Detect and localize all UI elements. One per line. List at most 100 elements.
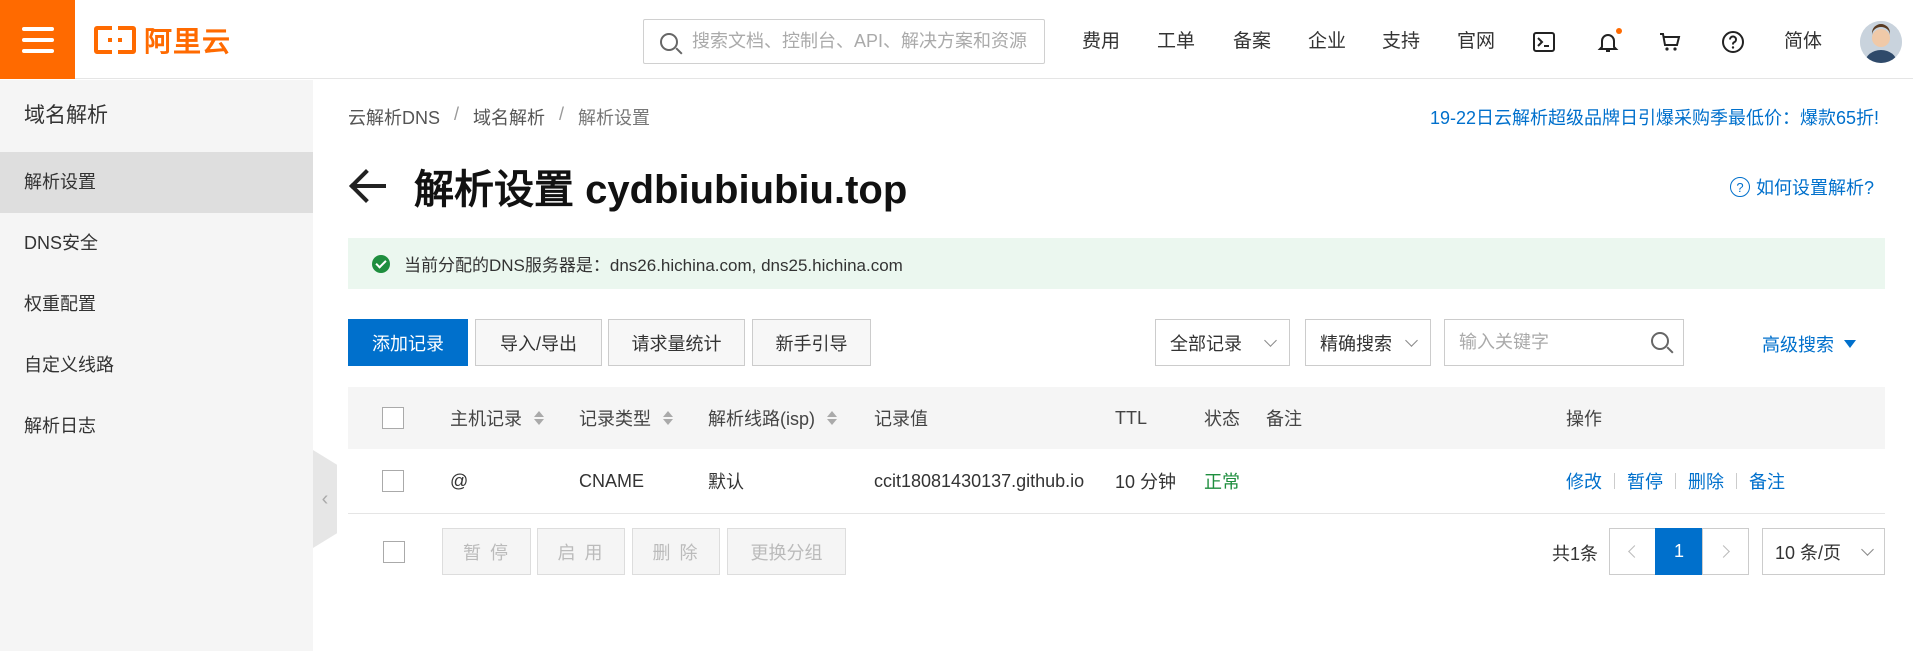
- nav-tickets[interactable]: 工单: [1157, 0, 1195, 79]
- action-divider: [1736, 473, 1737, 489]
- record-filter-value: 全部记录: [1170, 333, 1242, 354]
- breadcrumb-cloud-dns[interactable]: 云解析DNS: [348, 104, 440, 130]
- col-host[interactable]: 主机记录: [450, 387, 544, 449]
- col-type[interactable]: 记录类型: [579, 387, 673, 449]
- col-line-label: 解析线路(isp): [708, 409, 815, 429]
- language-switch[interactable]: 简体: [1784, 0, 1822, 79]
- search-icon: [660, 32, 678, 51]
- col-type-label: 记录类型: [579, 409, 651, 429]
- records-table-header: 主机记录 记录类型 解析线路(isp) 记录值 TTL 状态 备注 操作: [348, 387, 1885, 449]
- delete-link[interactable]: 删除: [1688, 468, 1724, 494]
- action-divider: [1614, 473, 1615, 489]
- cell-ttl: 10 分钟: [1115, 472, 1177, 492]
- search-mode-value: 精确搜索: [1320, 333, 1392, 354]
- row-actions: 修改 暂停 删除 备注: [1566, 449, 1785, 513]
- back-arrow-icon[interactable]: [348, 168, 388, 204]
- global-search[interactable]: [643, 19, 1045, 64]
- breadcrumb-domain-resolution[interactable]: 域名解析: [473, 104, 545, 130]
- sidebar-item-dns-settings[interactable]: 解析设置: [0, 152, 313, 213]
- sidebar-collapse-chevron-left-icon[interactable]: ‹: [313, 450, 337, 548]
- chevron-down-icon: [1861, 542, 1874, 556]
- footer-select-all-checkbox[interactable]: [383, 541, 405, 563]
- page-size-select[interactable]: 10 条/页: [1762, 528, 1885, 575]
- sort-icon[interactable]: [663, 411, 673, 425]
- search-icon[interactable]: [1651, 331, 1669, 350]
- sidebar-item-custom-lines[interactable]: 自定义线路: [0, 335, 313, 396]
- cell-host: @: [450, 470, 469, 491]
- how-to-configure-link[interactable]: ? 如何设置解析?: [1730, 174, 1874, 200]
- change-group-button[interactable]: 更换分组: [727, 528, 846, 575]
- terminal-icon[interactable]: [1532, 30, 1556, 54]
- keyword-search[interactable]: [1444, 319, 1684, 366]
- logo-text: 阿里云: [144, 26, 232, 57]
- dns-server-notice-text: 当前分配的DNS服务器是：dns26.hichina.com, dns25.hi…: [404, 256, 903, 275]
- request-stats-button[interactable]: 请求量统计: [608, 319, 745, 366]
- next-page-button[interactable]: [1702, 528, 1749, 575]
- sort-icon[interactable]: [534, 411, 544, 425]
- table-row: @ CNAME 默认 ccit18081430137.github.io 10 …: [348, 449, 1885, 514]
- user-avatar[interactable]: [1860, 21, 1902, 63]
- page-size-value: 10 条/页: [1775, 542, 1842, 563]
- pagination-total: 共1条: [1552, 544, 1599, 564]
- cell-line: 默认: [708, 472, 744, 492]
- help-icon[interactable]: [1721, 30, 1745, 54]
- select-all-checkbox[interactable]: [382, 407, 404, 429]
- pause-link[interactable]: 暂停: [1627, 468, 1663, 494]
- chevron-down-icon: [1405, 333, 1418, 347]
- cell-value: ccit18081430137.github.io: [874, 470, 1085, 491]
- cell-status: 正常: [1204, 472, 1240, 492]
- chevron-left-icon: [1628, 545, 1641, 558]
- col-actions: 操作: [1566, 409, 1602, 429]
- caret-down-icon: [1844, 340, 1856, 348]
- hamburger-menu-icon[interactable]: [0, 0, 75, 79]
- page-title: 解析设置 cydbiubiubiu.top: [414, 168, 908, 212]
- chevron-down-icon: [1264, 333, 1277, 347]
- nav-icp[interactable]: 备案: [1233, 0, 1271, 79]
- page-header: 解析设置 cydbiubiubiu.top: [348, 158, 907, 214]
- batch-enable-button[interactable]: 启 用: [537, 528, 625, 575]
- col-value: 记录值: [874, 409, 928, 429]
- nav-support[interactable]: 支持: [1382, 0, 1420, 79]
- aliyun-logo[interactable]: 阿里云: [94, 22, 231, 58]
- nav-enterprise[interactable]: 企业: [1308, 0, 1346, 79]
- success-check-icon: [372, 254, 390, 273]
- notification-dot: [1616, 28, 1622, 34]
- select-all-cell: [382, 387, 404, 449]
- nav-fees[interactable]: 费用: [1082, 0, 1120, 79]
- nav-official-site[interactable]: 官网: [1457, 0, 1495, 79]
- edit-link[interactable]: 修改: [1566, 468, 1602, 494]
- cart-icon[interactable]: [1658, 30, 1682, 54]
- breadcrumb-separator: /: [454, 104, 460, 124]
- prev-page-button[interactable]: [1609, 528, 1656, 575]
- notification-bell-icon[interactable]: [1596, 28, 1622, 54]
- import-export-button[interactable]: 导入/导出: [475, 319, 602, 366]
- action-divider: [1675, 473, 1676, 489]
- advanced-search-toggle[interactable]: 高级搜索: [1762, 331, 1856, 357]
- breadcrumb-separator: /: [559, 104, 565, 124]
- breadcrumb-current: 解析设置: [578, 108, 651, 128]
- global-search-input[interactable]: [692, 31, 1044, 52]
- col-line[interactable]: 解析线路(isp): [708, 387, 837, 449]
- col-status: 状态: [1204, 409, 1240, 429]
- aliyun-logo-mark-icon: [94, 24, 136, 56]
- beginner-guide-button[interactable]: 新手引导: [752, 319, 871, 366]
- sort-icon[interactable]: [827, 411, 837, 425]
- sidebar-item-weight-config[interactable]: 权重配置: [0, 274, 313, 335]
- page-1-button[interactable]: 1: [1655, 528, 1703, 575]
- how-to-configure-label: 如何设置解析?: [1756, 178, 1875, 198]
- sidebar-title: 域名解析: [24, 104, 108, 127]
- breadcrumb: 云解析DNS / 域名解析 / 解析设置: [348, 104, 650, 130]
- add-record-button[interactable]: 添加记录: [348, 319, 468, 366]
- sidebar-item-dns-security[interactable]: DNS安全: [0, 213, 313, 274]
- question-circle-icon: ?: [1730, 177, 1750, 197]
- remark-link[interactable]: 备注: [1749, 468, 1785, 494]
- sidebar-item-dns-logs[interactable]: 解析日志: [0, 396, 313, 457]
- keyword-input[interactable]: [1459, 332, 1641, 353]
- batch-delete-button[interactable]: 删 除: [632, 528, 720, 575]
- promo-banner-link[interactable]: 19-22日云解析超级品牌日引爆采购季最低价：爆款65折!: [1430, 104, 1879, 130]
- row-checkbox[interactable]: [382, 470, 404, 492]
- record-filter-select[interactable]: 全部记录: [1155, 319, 1290, 366]
- advanced-search-label: 高级搜索: [1762, 335, 1834, 355]
- batch-pause-button[interactable]: 暂 停: [442, 528, 531, 575]
- search-mode-select[interactable]: 精确搜索: [1305, 319, 1431, 366]
